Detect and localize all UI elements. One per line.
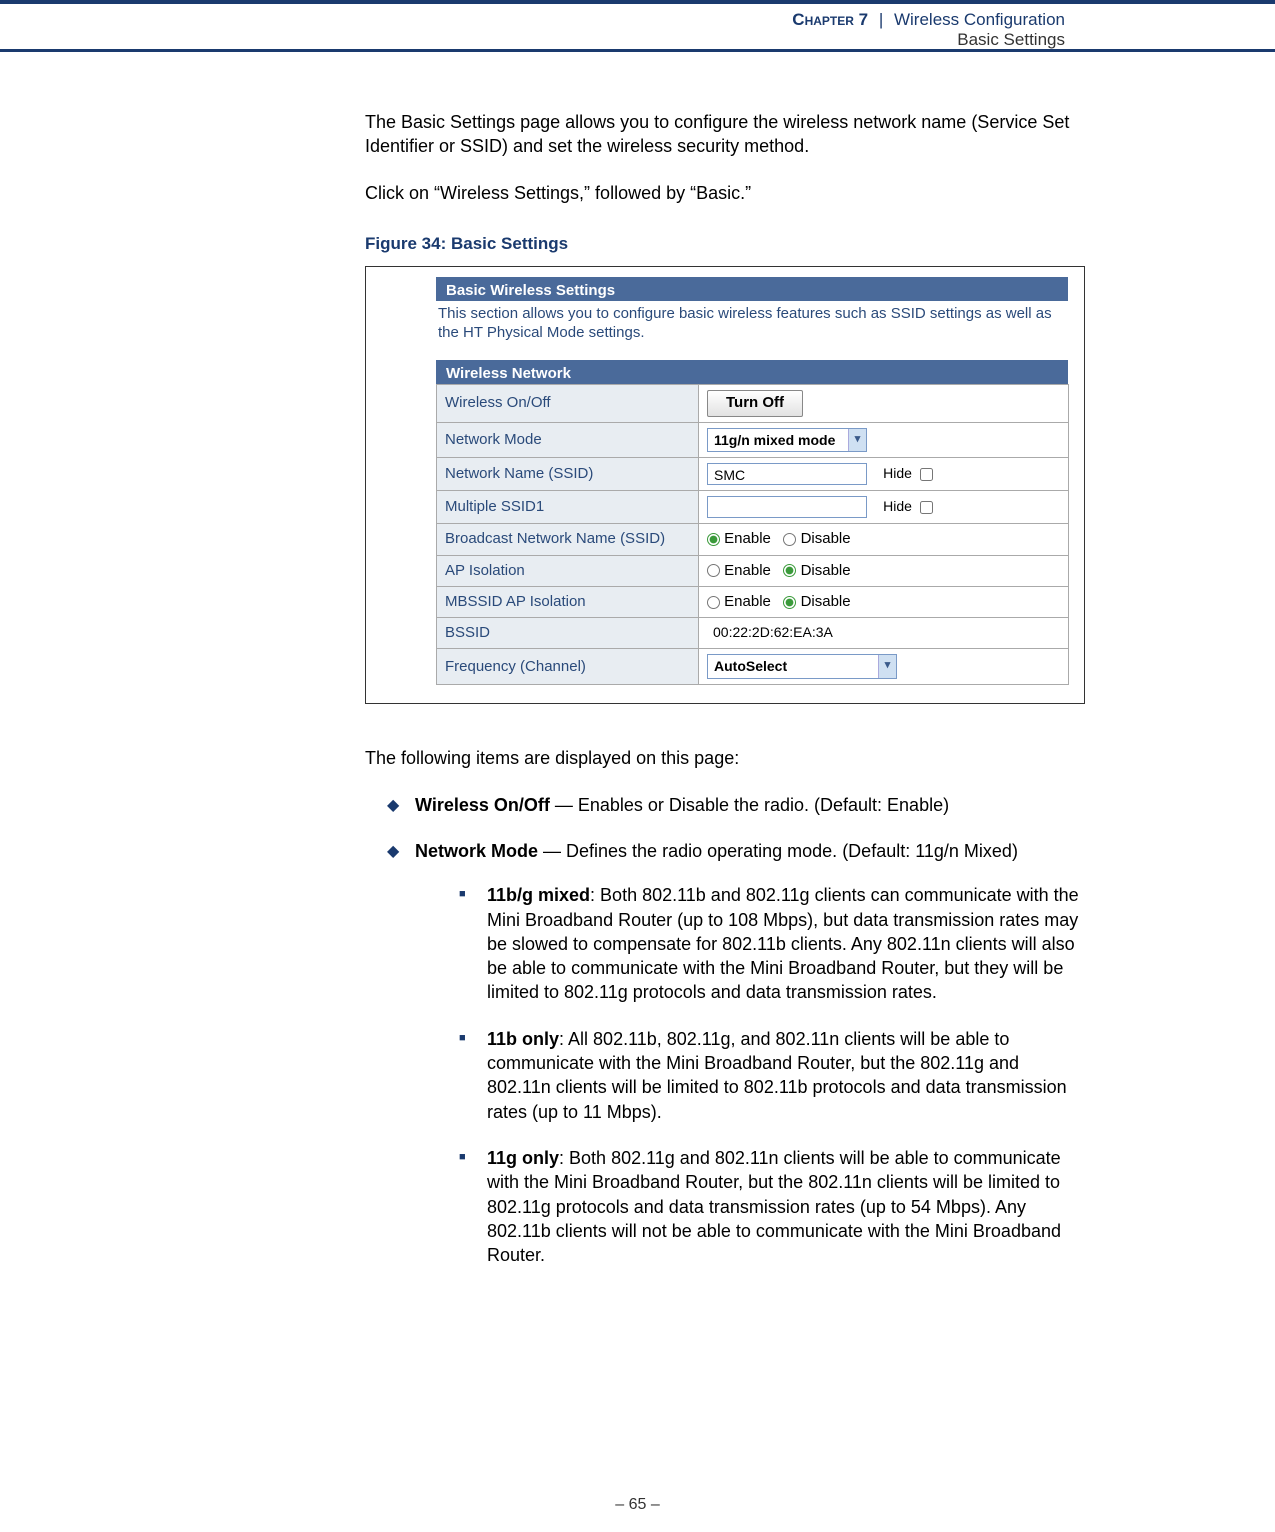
apiso-disable-radio[interactable] [783,564,796,577]
mssid1-hide-label: Hide [883,498,912,514]
mbssid-enable-label: Enable [724,593,771,610]
bullet-wireless-onoff-text: — Enables or Disable the radio. (Default… [550,795,949,815]
bullet-wireless-onoff-title: Wireless On/Off [415,795,550,815]
row-broadcast: Broadcast Network Name (SSID) Enable Dis… [437,524,1069,555]
panel-wireless-network-header: Wireless Network [436,360,1068,384]
intro-paragraph: The Basic Settings page allows you to co… [365,110,1085,159]
header-separator: | [879,10,883,29]
chevron-down-icon: ▾ [878,655,896,678]
broadcast-disable-label: Disable [801,530,851,547]
label-ssid: Network Name (SSID) [437,458,699,491]
sub-11g-only-text: : Both 802.11g and 802.11n clients will … [487,1148,1061,1265]
panel-basic-wireless-desc: This section allows you to configure bas… [438,301,1064,361]
items-intro: The following items are displayed on thi… [365,746,1085,770]
network-mode-value: 11g/n mixed mode [714,432,835,448]
feature-list: Wireless On/Off — Enables or Disable the… [365,793,1085,1268]
network-mode-select[interactable]: 11g/n mixed mode ▾ [707,428,867,453]
sub-11b-only-title: 11b only [487,1029,559,1049]
figure-caption: Figure 34: Basic Settings [365,233,1085,256]
header-topic: Wireless Configuration [894,10,1065,29]
turn-off-button[interactable]: Turn Off [707,390,803,416]
header-subtitle: Basic Settings [0,30,1065,50]
label-wireless-onoff: Wireless On/Off [437,385,699,422]
bullet-network-mode-title: Network Mode [415,841,538,861]
row-bssid: BSSID 00:22:2D:62:EA:3A [437,618,1069,649]
sub-11bg-mixed-title: 11b/g mixed [487,885,590,905]
content-area: The Basic Settings page allows you to co… [365,110,1085,1289]
page-number: – 65 – [0,1496,1275,1514]
label-broadcast: Broadcast Network Name (SSID) [437,524,699,555]
wireless-settings-table: Wireless On/Off Turn Off Network Mode 11… [436,384,1069,685]
mbssid-disable-label: Disable [801,593,851,610]
broadcast-disable-radio[interactable] [783,533,796,546]
label-mbssid-isolation: MBSSID AP Isolation [437,586,699,617]
ssid-input[interactable]: SMC [707,463,867,485]
chapter-label: Chapter 7 [792,10,868,29]
row-ssid: Network Name (SSID) SMC Hide [437,458,1069,491]
sub-11b-only-text: : All 802.11b, 802.11g, and 802.11n clie… [487,1029,1067,1122]
row-ap-isolation: AP Isolation Enable Disable [437,555,1069,586]
row-mssid1: Multiple SSID1 Hide [437,491,1069,524]
bullet-wireless-onoff: Wireless On/Off — Enables or Disable the… [387,793,1085,817]
apiso-disable-label: Disable [801,562,851,579]
label-network-mode: Network Mode [437,422,699,458]
broadcast-enable-label: Enable [724,530,771,547]
row-wireless-onoff: Wireless On/Off Turn Off [437,385,1069,422]
bullet-network-mode: Network Mode — Defines the radio operati… [387,839,1085,1267]
row-network-mode: Network Mode 11g/n mixed mode ▾ [437,422,1069,458]
broadcast-enable-radio[interactable] [707,533,720,546]
mbssid-enable-radio[interactable] [707,596,720,609]
panel-basic-wireless-header: Basic Wireless Settings [436,277,1068,301]
mssid1-hide-checkbox[interactable] [920,501,933,514]
mode-sublist: 11b/g mixed: Both 802.11b and 802.11g cl… [415,883,1085,1267]
sub-11g-only: 11g only: Both 802.11g and 802.11n clien… [459,1146,1085,1267]
row-mbssid-isolation: MBSSID AP Isolation Enable Disable [437,586,1069,617]
label-mssid1: Multiple SSID1 [437,491,699,524]
sub-11bg-mixed: 11b/g mixed: Both 802.11b and 802.11g cl… [459,883,1085,1004]
ssid-hide-label: Hide [883,465,912,481]
label-frequency: Frequency (Channel) [437,649,699,685]
figure-screenshot: Basic Wireless Settings This section all… [365,266,1085,705]
row-frequency: Frequency (Channel) AutoSelect ▾ [437,649,1069,685]
bullet-network-mode-text: — Defines the radio operating mode. (Def… [538,841,1018,861]
nav-paragraph: Click on “Wireless Settings,” followed b… [365,181,1085,205]
chevron-down-icon: ▾ [848,429,866,452]
mssid1-input[interactable] [707,496,867,518]
frequency-select[interactable]: AutoSelect ▾ [707,654,897,679]
mbssid-disable-radio[interactable] [783,596,796,609]
ssid-hide-checkbox[interactable] [920,468,933,481]
sub-11b-only: 11b only: All 802.11b, 802.11g, and 802.… [459,1027,1085,1124]
frequency-value: AutoSelect [714,658,787,674]
label-ap-isolation: AP Isolation [437,555,699,586]
bssid-value: 00:22:2D:62:EA:3A [707,624,833,640]
apiso-enable-label: Enable [724,562,771,579]
page-header: Chapter 7 | Wireless Configuration Basic… [0,0,1275,52]
apiso-enable-radio[interactable] [707,564,720,577]
label-bssid: BSSID [437,618,699,649]
sub-11g-only-title: 11g only [487,1148,559,1168]
